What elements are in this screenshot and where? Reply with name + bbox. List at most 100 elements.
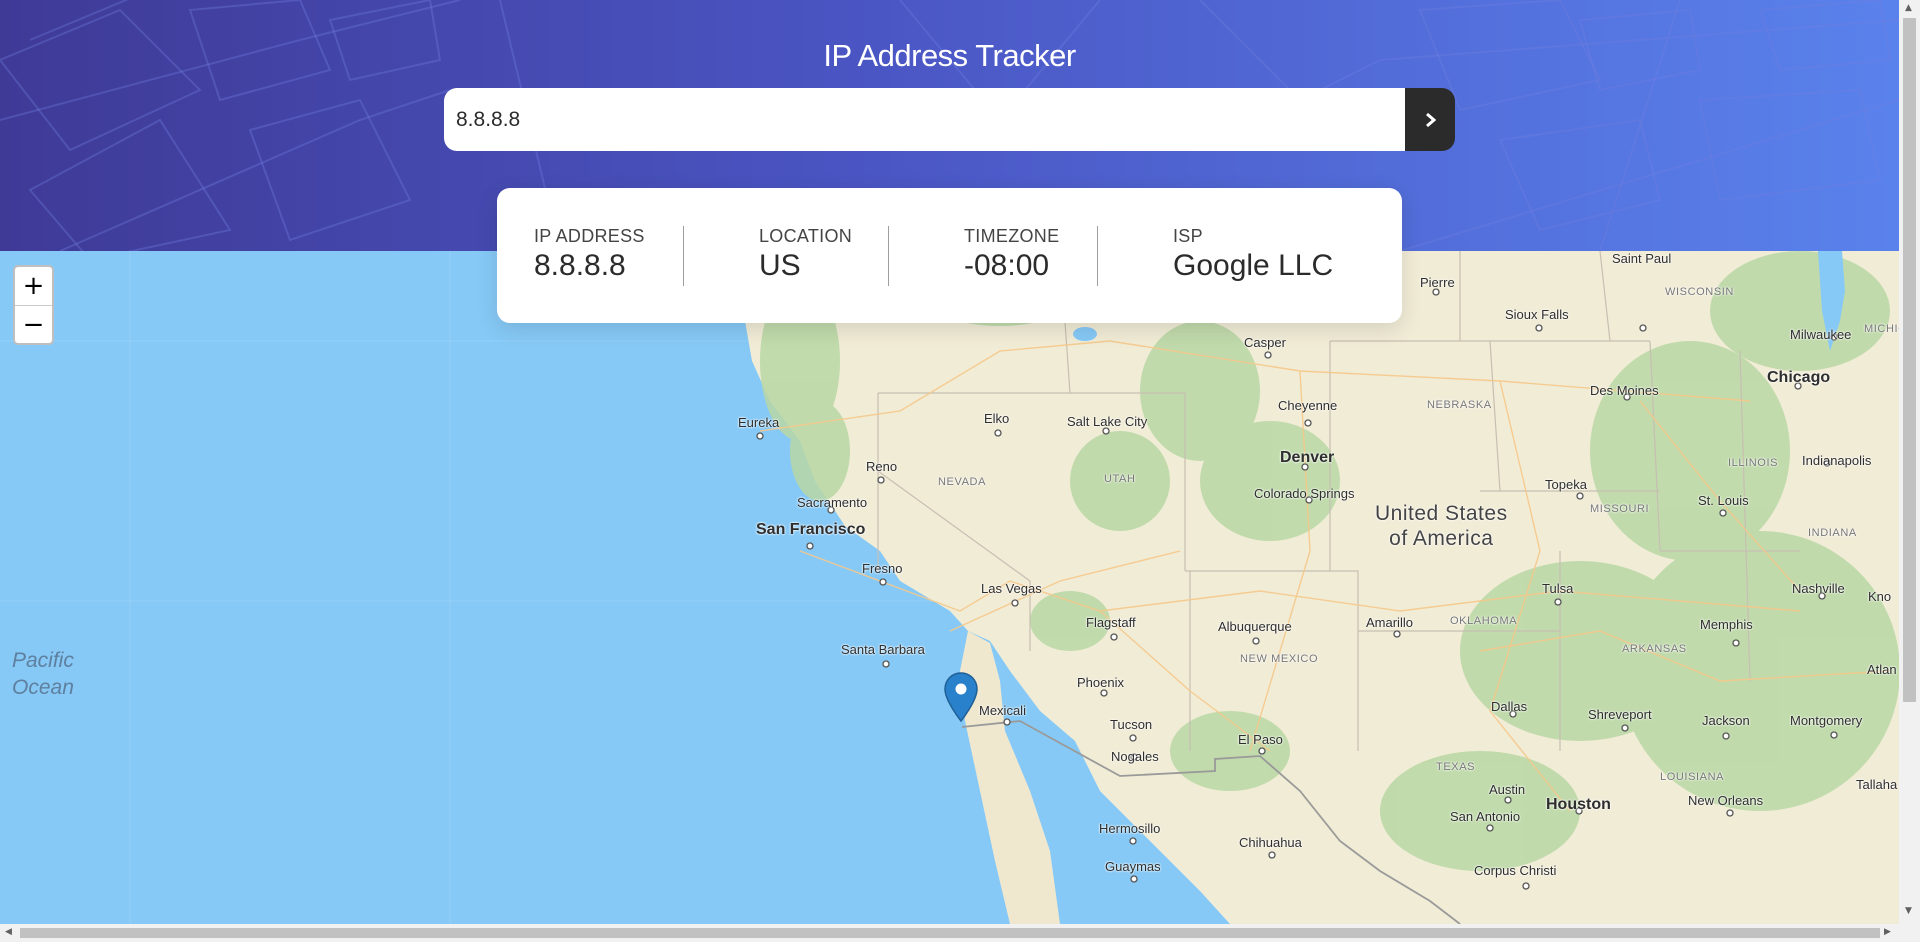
map-label: Topeka (1545, 477, 1587, 492)
map-label: Eureka (738, 415, 780, 430)
map-label: ILLINOIS (1728, 457, 1779, 469)
search-submit-button[interactable] (1405, 88, 1455, 151)
map-label: Las Vegas (981, 581, 1042, 596)
map-label: Hermosillo (1099, 821, 1161, 836)
info-timezone: TIMEZONE -08:00 (964, 226, 1059, 283)
vertical-scrollbar[interactable]: ▲ ▼ (1899, 0, 1920, 924)
map-label: United States (1375, 502, 1508, 525)
info-label: IP ADDRESS (534, 226, 645, 246)
map-label: Fresno (862, 561, 903, 576)
map-label: Des Moines (1590, 383, 1659, 398)
map-label: El Paso (1238, 732, 1283, 747)
page-title: IP Address Tracker (823, 38, 1076, 73)
map-label: Pacific (12, 649, 74, 672)
map-label: Chihuahua (1239, 835, 1302, 850)
info-location: LOCATION US (759, 226, 852, 283)
map-label: Denver (1280, 449, 1335, 466)
map-label: Atlan (1867, 662, 1897, 677)
map-label: Chicago (1767, 369, 1831, 386)
map-label: Albuquerque (1218, 619, 1292, 634)
map-pin-icon[interactable] (944, 672, 978, 722)
map-label: INDIANA (1808, 527, 1857, 539)
map-label: NEW MEXICO (1240, 653, 1319, 665)
map-label: Reno (866, 459, 898, 474)
map-label: Amarillo (1366, 615, 1413, 630)
map-label: Sioux Falls (1505, 307, 1569, 322)
ip-info-card: IP ADDRESS 8.8.8.8 LOCATION US TIMEZONE … (497, 188, 1402, 323)
map-label: WISCONSIN (1665, 286, 1734, 298)
map-label: Indianapolis (1802, 453, 1872, 468)
map-label: Memphis (1700, 617, 1753, 632)
map-label: Tucson (1110, 717, 1153, 732)
map-label: NEVADA (938, 476, 987, 488)
map-label: Milwaukee (1790, 327, 1852, 342)
map-label: UTAH (1104, 473, 1136, 485)
map-label: Houston (1546, 796, 1611, 813)
map-country-label: United States of America (1375, 501, 1508, 551)
info-divider (1097, 226, 1098, 286)
map-label: San Antonio (1450, 809, 1521, 824)
map-label: Flagstaff (1086, 615, 1136, 630)
horizontal-scrollbar[interactable]: ◀ ▶ (0, 924, 1920, 942)
map-label: Dallas (1491, 699, 1528, 714)
map-label: NEBRASKA (1427, 399, 1492, 411)
map-label: Cheyenne (1278, 398, 1338, 413)
zoom-in-button[interactable]: + (15, 267, 52, 305)
map-label: Casper (1244, 335, 1286, 350)
info-value: -08:00 (964, 249, 1050, 282)
chevron-right-icon (1425, 112, 1436, 127)
info-ip-address: IP ADDRESS 8.8.8.8 (534, 226, 645, 283)
map-label: Tallaha (1856, 777, 1898, 792)
map-label: Santa Barbara (841, 642, 925, 657)
map-label: Shreveport (1588, 707, 1652, 722)
info-isp: ISP Google LLC (1173, 226, 1333, 283)
map-label: of America (1389, 527, 1494, 550)
info-value: US (759, 249, 801, 282)
map-label: Guaymas (1105, 859, 1161, 874)
map-label: Kno (1868, 589, 1892, 604)
map-label: OKLAHOMA (1450, 615, 1518, 627)
search-bar (444, 88, 1455, 151)
map-label: Phoenix (1077, 675, 1124, 690)
map-label: Tulsa (1542, 581, 1574, 596)
scroll-left-icon[interactable]: ◀ (5, 927, 12, 937)
map-label: Salt Lake City (1067, 414, 1148, 429)
map-label: Sacramento (797, 495, 868, 510)
scroll-right-icon[interactable]: ▶ (1884, 927, 1891, 937)
map-view[interactable]: + − Saint Paul Pierre WISCONSIN MICHIGA … (0, 251, 1899, 924)
map-label: Nashville (1792, 581, 1845, 596)
map-label: MISSOURI (1590, 503, 1650, 515)
map-label: Ocean (12, 676, 74, 699)
map-label: Corpus Christi (1474, 863, 1557, 878)
map-label: LOUISIANA (1660, 771, 1725, 783)
map-label: Mexicali (979, 703, 1026, 718)
map-label: MICHIGA (1864, 323, 1899, 335)
map-label: Saint Paul (1612, 251, 1672, 266)
scroll-down-icon[interactable]: ▼ (1905, 906, 1912, 916)
map-label: Jackson (1702, 713, 1750, 728)
horizontal-scroll-thumb[interactable] (20, 928, 1880, 938)
map-label: Nogales (1111, 749, 1159, 764)
map-label: ARKANSAS (1622, 643, 1687, 655)
zoom-out-button[interactable]: − (15, 305, 52, 343)
map-label: TEXAS (1436, 761, 1476, 773)
info-divider (888, 226, 889, 286)
info-label: ISP (1173, 226, 1203, 246)
info-label: LOCATION (759, 226, 853, 246)
map-label: St. Louis (1698, 493, 1749, 508)
scroll-up-icon[interactable]: ▲ (1905, 3, 1912, 13)
map-label: Elko (984, 411, 1010, 426)
info-label: TIMEZONE (964, 226, 1060, 246)
vertical-scroll-thumb[interactable] (1903, 18, 1916, 702)
info-value: 8.8.8.8 (534, 249, 626, 282)
info-divider (683, 226, 684, 286)
map-ocean-label: Pacific Ocean (12, 647, 74, 701)
map-label: San Francisco (756, 521, 866, 538)
map-label: Colorado Springs (1254, 486, 1355, 501)
map-label: Montgomery (1790, 713, 1863, 728)
zoom-control: + − (13, 265, 54, 345)
ip-search-input[interactable] (444, 88, 1405, 151)
map-label: Pierre (1420, 275, 1455, 290)
map-label: Austin (1489, 782, 1526, 797)
map-label: New Orleans (1688, 793, 1764, 808)
